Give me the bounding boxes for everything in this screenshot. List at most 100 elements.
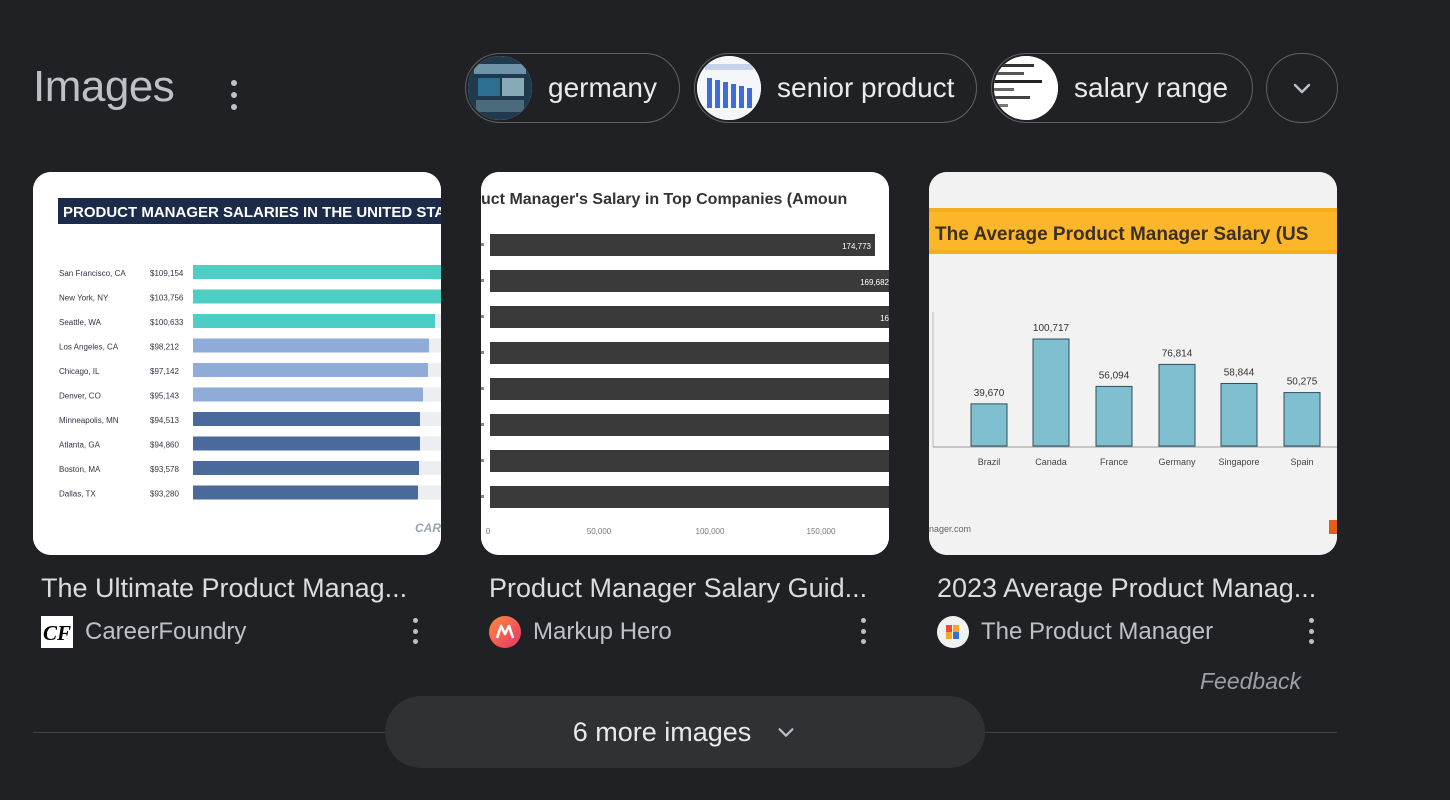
chip-thumbnail	[468, 56, 532, 120]
bar-value-label: 174,773	[842, 242, 871, 251]
country-bar	[1032, 338, 1070, 447]
salary-bar-chart-image: PRODUCT MANAGER SALARIES IN THE UNITED S…	[33, 172, 441, 555]
section-title: Images	[33, 62, 175, 111]
image-result-card[interactable]: uct Manager's Salary in Top Companies (A…	[481, 172, 889, 648]
row-bar	[193, 314, 435, 328]
company-axis-tick	[481, 315, 484, 318]
row-value: $109,154	[150, 269, 184, 278]
more-images-button[interactable]: 6 more images	[385, 696, 985, 768]
row-bar	[193, 363, 428, 377]
row-value: $93,578	[150, 465, 179, 474]
bar-value-label: 39,670	[974, 388, 1005, 399]
row-value: $103,756	[150, 294, 184, 303]
thumbnail-footer: nager.com	[929, 524, 971, 534]
chip-thumbnail	[697, 56, 761, 120]
chip-label: senior product	[777, 72, 955, 103]
section-more-options-icon[interactable]	[222, 80, 246, 110]
result-options-icon[interactable]	[859, 618, 867, 644]
image-source[interactable]: Markup Hero	[489, 616, 889, 648]
image-thumbnail[interactable]: uct Manager's Salary in Top Companies (A…	[481, 172, 889, 555]
company-axis-tick	[481, 387, 484, 390]
image-result-card[interactable]: The Average Product Manager Salary (US 3…	[929, 172, 1337, 648]
thumbnail-title: uct Manager's Salary in Top Companies (A…	[481, 191, 847, 208]
company-bar	[490, 414, 889, 436]
image-result-card[interactable]: PRODUCT MANAGER SALARIES IN THE UNITED S…	[33, 172, 441, 648]
company-axis-tick	[481, 459, 484, 462]
x-tick-label: 150,000	[807, 527, 836, 536]
image-thumbnail[interactable]: The Average Product Manager Salary (US 3…	[929, 172, 1337, 555]
chip-salary-range[interactable]: salary range	[991, 53, 1253, 123]
source-name: The Product Manager	[981, 618, 1214, 645]
company-bar	[490, 234, 875, 256]
chevron-down-icon	[1293, 83, 1311, 94]
chips-expand-button[interactable]	[1266, 53, 1338, 123]
row-label: Minneapolis, MN	[59, 416, 119, 425]
company-bar	[490, 342, 889, 364]
feedback-link[interactable]: Feedback	[1200, 668, 1301, 695]
bar-value-label: 169,682	[860, 278, 889, 287]
x-category-label: Spain	[1290, 457, 1313, 467]
company-bar	[490, 378, 889, 400]
image-source[interactable]: CF CareerFoundry	[41, 616, 441, 648]
more-images-label: 6 more images	[572, 716, 752, 747]
chip-senior-product[interactable]: senior product	[694, 53, 977, 123]
row-bar	[193, 387, 423, 402]
image-thumbnail[interactable]: PRODUCT MANAGER SALARIES IN THE UNITED S…	[33, 172, 441, 555]
country-salary-chart-image: The Average Product Manager Salary (US 3…	[929, 172, 1337, 555]
row-label: Boston, MA	[59, 465, 101, 474]
country-bar	[1220, 382, 1258, 447]
bar-value-label: 76,814	[1162, 348, 1193, 359]
thumbnail-title: PRODUCT MANAGER SALARIES IN THE UNITED S…	[63, 204, 441, 221]
chip-label: germany	[548, 72, 657, 103]
row-bar	[193, 289, 441, 304]
row-label: San Francisco, CA	[59, 269, 126, 278]
row-label: Dallas, TX	[59, 490, 96, 499]
country-bar	[1283, 392, 1321, 447]
country-bar	[1158, 363, 1196, 447]
image-caption[interactable]: The Ultimate Product Manag...	[41, 573, 421, 604]
chip-thumbnail	[994, 56, 1058, 120]
row-label: Chicago, IL	[59, 367, 100, 376]
row-bar	[193, 265, 441, 279]
company-bar	[490, 270, 889, 292]
country-bar	[1095, 385, 1133, 447]
row-value: $95,143	[150, 392, 179, 401]
thumbnail-title: The Average Product Manager Salary (US	[935, 224, 1308, 245]
row-value: $94,860	[150, 441, 179, 450]
row-label: Denver, CO	[59, 392, 101, 401]
chevron-down-icon	[778, 728, 794, 737]
company-axis-tick	[481, 495, 484, 498]
source-name: Markup Hero	[533, 618, 672, 645]
image-caption[interactable]: Product Manager Salary Guid...	[489, 573, 869, 604]
bar-value-label: 50,275	[1287, 377, 1318, 388]
the-product-manager-logo-icon	[937, 616, 969, 648]
x-tick-label: 0	[486, 527, 491, 536]
company-axis-tick	[481, 279, 484, 282]
x-tick-label: 100,000	[696, 527, 725, 536]
bar-value-label: 58,844	[1224, 367, 1255, 378]
row-value: $94,513	[150, 416, 179, 425]
image-caption[interactable]: 2023 Average Product Manag...	[937, 573, 1317, 604]
thumbnail-watermark: CAR	[415, 521, 441, 535]
result-options-icon[interactable]	[411, 618, 419, 644]
company-bar	[490, 306, 889, 328]
svg-text:CF: CF	[43, 621, 71, 645]
chip-germany[interactable]: germany	[465, 53, 680, 123]
result-options-icon[interactable]	[1307, 618, 1315, 644]
image-source[interactable]: The Product Manager	[937, 616, 1337, 648]
x-category-label: Canada	[1035, 457, 1067, 467]
row-label: New York, NY	[59, 294, 109, 303]
x-category-label: France	[1100, 457, 1128, 467]
company-bar	[490, 450, 889, 472]
row-bar	[193, 412, 420, 426]
markup-hero-logo-icon	[489, 616, 521, 648]
company-salary-chart-image: uct Manager's Salary in Top Companies (A…	[481, 172, 889, 555]
row-value: $97,142	[150, 367, 179, 376]
country-bar	[970, 403, 1008, 447]
row-bar	[193, 338, 429, 353]
x-category-label: Germany	[1158, 457, 1196, 467]
chip-label: salary range	[1074, 72, 1229, 103]
source-name: CareerFoundry	[85, 618, 247, 645]
bar-value-label: 56,094	[1099, 370, 1130, 381]
company-bar	[490, 486, 889, 508]
